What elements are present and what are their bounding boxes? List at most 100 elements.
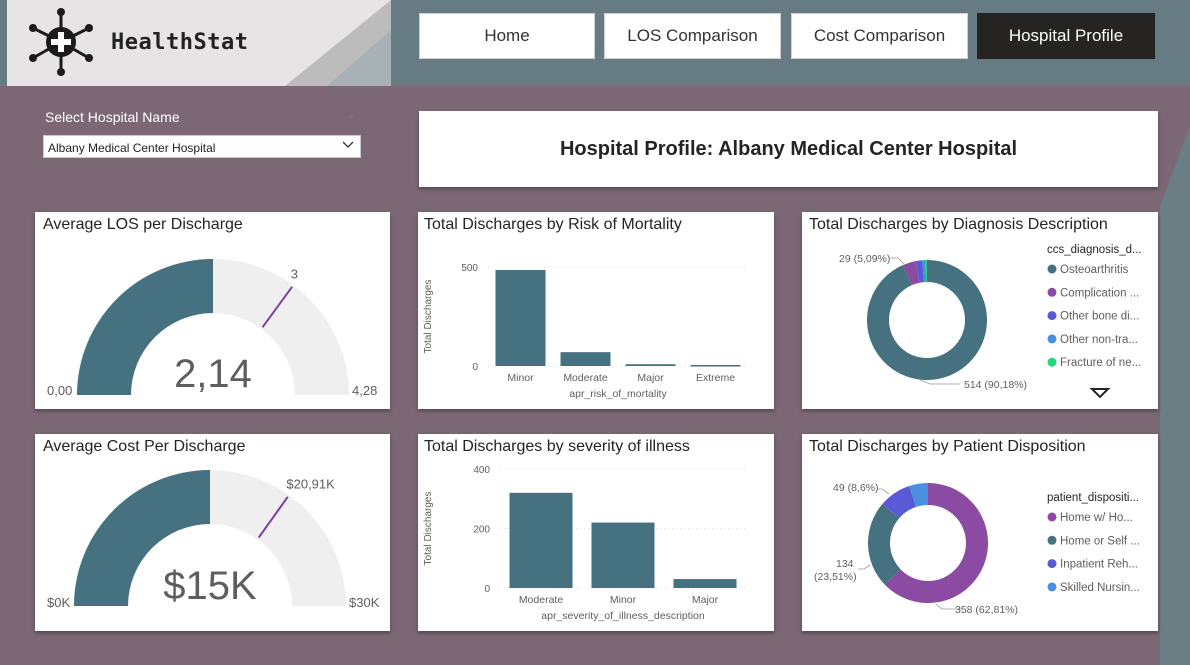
legend-marker: [1047, 512, 1057, 522]
diagnosis-donut-chart: ccs_diagnosis_d... Osteoarthritis Complica…: [839, 244, 1142, 399]
legend-marker: [1047, 311, 1057, 321]
legend-label: Inpatient Reh...: [1060, 559, 1138, 571]
y-tick-label: 400: [473, 465, 490, 476]
chevron-down-icon[interactable]: [342, 140, 354, 150]
bar-moderate[interactable]: [560, 352, 611, 366]
legend-marker: [1047, 535, 1057, 545]
brand-name: HealthStat: [111, 30, 249, 55]
y-axis-title: Total Discharges: [423, 492, 434, 566]
gauge-max-label: 4,28: [352, 383, 377, 398]
x-tick-label: Extreme: [696, 372, 735, 384]
legend-item[interactable]: Home or Self ...: [1047, 535, 1140, 547]
data-label: 49 (8,6%): [833, 482, 879, 494]
hospital-select-dropdown[interactable]: Albany Medical Center Hospital: [43, 135, 361, 158]
legend-marker: [1047, 264, 1057, 274]
right-edge-shape: [1160, 86, 1190, 206]
x-tick-label: Minor: [507, 372, 534, 384]
slicer-collapse-icon[interactable]: ⌄: [346, 108, 355, 121]
legend-marker: [1047, 287, 1057, 297]
severity-bar-card: Total Discharges by severity of illness …: [418, 434, 774, 631]
legend-label: Other non-tra...: [1060, 334, 1138, 346]
gauge-target-label: 3: [291, 266, 298, 281]
x-tick-label: Major: [637, 372, 664, 384]
right-edge-strip: [1160, 86, 1190, 665]
gauge-min-label: 0,00: [47, 383, 72, 398]
legend-marker: [1047, 334, 1057, 344]
legend-label: Skilled Nursin...: [1060, 582, 1140, 594]
x-tick-label: Moderate: [563, 372, 608, 384]
legend-item[interactable]: Skilled Nursin...: [1047, 582, 1140, 594]
legend-title: patient_dispositi...: [1047, 492, 1139, 504]
legend-item[interactable]: Other bone di...: [1047, 311, 1140, 323]
hospital-select-value: Albany Medical Center Hospital: [48, 141, 216, 155]
legend-item[interactable]: Home w/ Ho...: [1047, 512, 1133, 524]
y-axis-title: Total Discharges: [423, 280, 434, 354]
data-label: 358 (62,81%): [955, 604, 1018, 616]
y-tick-label: 500: [461, 263, 478, 274]
data-label-leader: [891, 257, 905, 265]
legend-item[interactable]: Other non-tra...: [1047, 334, 1138, 346]
data-label: (23,51%): [814, 571, 857, 583]
legend-item[interactable]: Osteoarthritis: [1047, 264, 1129, 276]
gauge-value-label: 2,14: [174, 352, 252, 396]
x-tick-label: Minor: [610, 594, 637, 606]
legend-marker: [1047, 357, 1057, 367]
legend-label: Fracture of ne...: [1060, 357, 1141, 369]
data-label: 134: [836, 558, 854, 570]
y-tick-label: 200: [473, 525, 490, 536]
page-title-card: Hospital Profile: Albany Medical Center …: [419, 111, 1158, 187]
gauge-value-label: $15K: [163, 564, 257, 608]
legend-marker: [1047, 559, 1057, 569]
legend-label: Complication ...: [1060, 287, 1139, 299]
cost-gauge-card: Average Cost Per Discharge $20,91K $15K …: [35, 434, 390, 631]
diagnosis-donut-card: Total Discharges by Diagnosis Descriptio…: [802, 212, 1158, 409]
bar-minor[interactable]: [495, 269, 546, 366]
cost-gauge-chart: $20,91K $15K $0K $30K: [47, 470, 380, 610]
legend-title: ccs_diagnosis_d...: [1047, 244, 1142, 256]
legend-label: Home or Self ...: [1060, 535, 1140, 547]
legend-label: Home w/ Ho...: [1060, 512, 1133, 524]
bar-major[interactable]: [625, 364, 676, 366]
data-label-leader: [919, 379, 960, 385]
logo-area: HealthStat: [7, 0, 391, 86]
severity-bar-chart: 0 200 400 Moderate Minor Major apr_severity_of…: [423, 465, 746, 622]
nav-cost-comparison-button[interactable]: Cost Comparison: [791, 13, 968, 59]
bar-moderate[interactable]: [509, 492, 573, 588]
medical-cross-icon: [29, 8, 93, 76]
x-axis-title: apr_severity_of_illness_description: [541, 610, 705, 622]
data-label: 514 (90,18%): [964, 379, 1027, 391]
data-label-leader: [858, 564, 871, 570]
bar-extreme[interactable]: [690, 365, 741, 367]
los-gauge-card: Average LOS per Discharge 3 2,14 0,00 4,…: [35, 212, 390, 409]
mortality-bar-chart: 0 500 Minor Moderate Major Extreme apr_risk_of…: [423, 263, 748, 400]
legend-scroll-down-icon[interactable]: [1089, 388, 1111, 399]
y-tick-label: 0: [472, 362, 478, 373]
data-label: 29 (5,09%): [839, 253, 890, 265]
legend-label: Other bone di...: [1060, 311, 1139, 323]
legend-item[interactable]: Complication ...: [1047, 287, 1140, 299]
gauge-max-label: $30K: [349, 595, 380, 610]
nav-los-comparison-button[interactable]: LOS Comparison: [604, 13, 781, 59]
data-label-leader: [877, 488, 890, 495]
y-tick-label: 0: [484, 584, 490, 595]
x-axis-title: apr_risk_of_mortality: [569, 388, 667, 400]
gauge-target-label: $20,91K: [286, 476, 335, 491]
legend-item[interactable]: Inpatient Reh...: [1047, 559, 1139, 571]
legend-marker: [1047, 582, 1057, 592]
x-tick-label: Major: [692, 594, 719, 606]
x-tick-label: Moderate: [519, 594, 564, 606]
mortality-bar-card: Total Discharges by Risk of Mortality 05…: [418, 212, 774, 409]
bar-major[interactable]: [673, 579, 737, 588]
donut-slice[interactable]: [868, 503, 901, 585]
legend-item[interactable]: Fracture of ne...: [1047, 357, 1142, 369]
hospital-slicer-label: Select Hospital Name: [45, 109, 180, 125]
nav-home-button[interactable]: Home: [419, 13, 595, 59]
page-title: Hospital Profile: Albany Medical Center …: [559, 137, 1018, 160]
bar-minor[interactable]: [591, 522, 655, 588]
disposition-donut-chart: patient_dispositi... Home w/ Ho... Home or…: [814, 482, 1140, 616]
gauge-min-label: $0K: [47, 595, 70, 610]
legend-label: Osteoarthritis: [1060, 264, 1129, 276]
disposition-donut-card: Total Discharges by Patient Disposition …: [802, 434, 1158, 631]
los-gauge-chart: 3 2,14 0,00 4,28: [47, 259, 377, 398]
nav-hospital-profile-button[interactable]: Hospital Profile: [977, 13, 1155, 59]
